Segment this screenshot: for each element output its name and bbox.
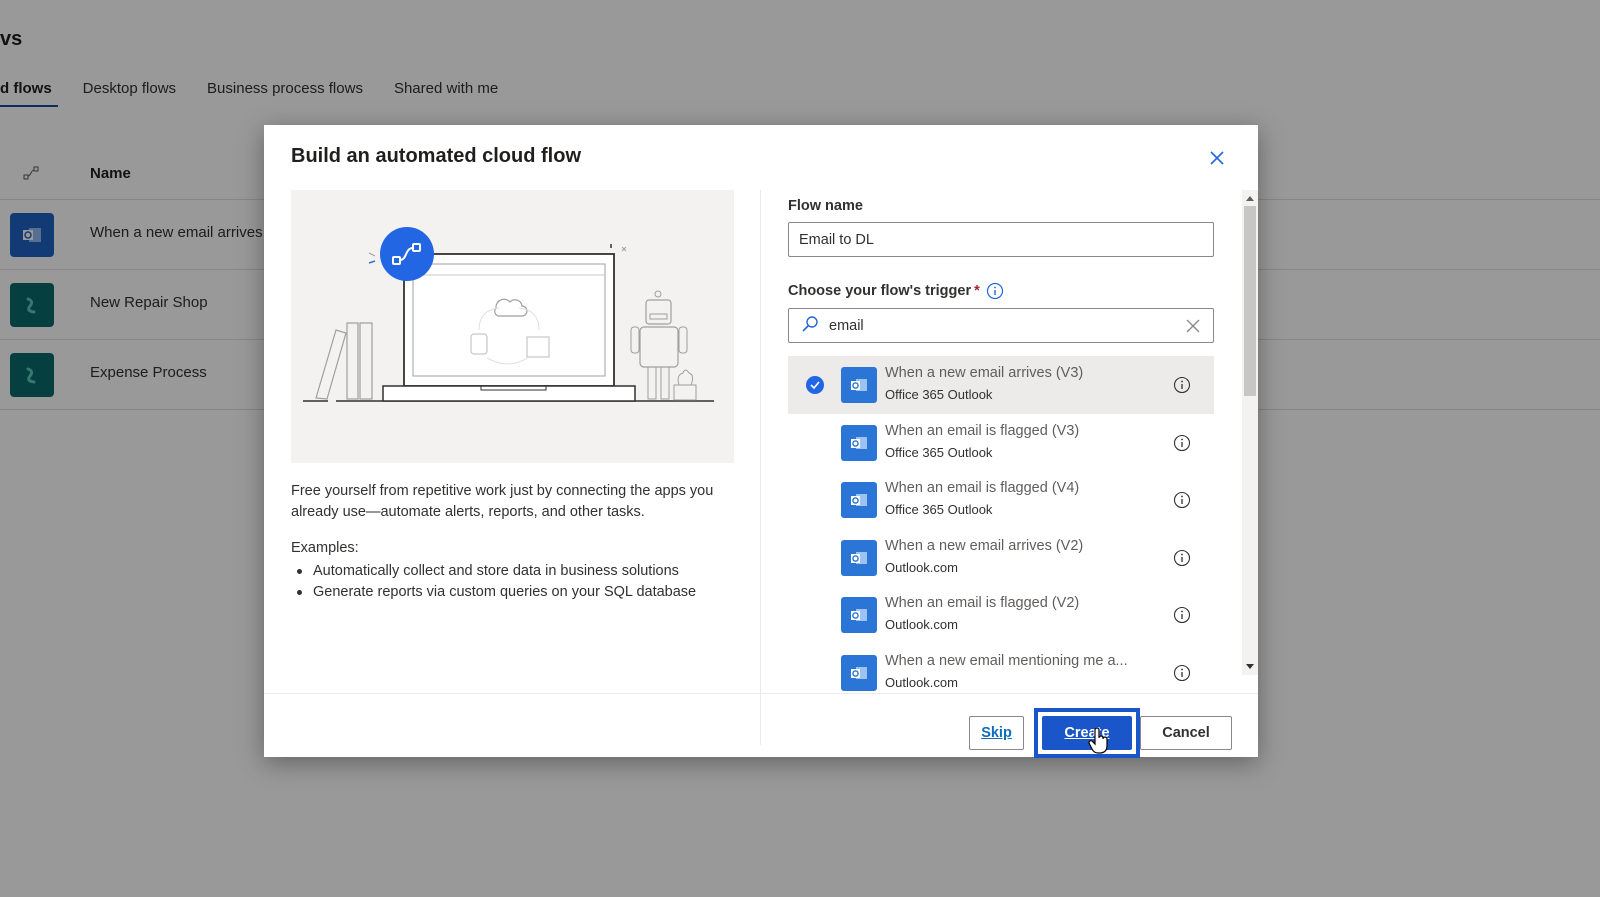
skip-button[interactable]: Skip <box>969 716 1024 750</box>
close-button[interactable] <box>1206 149 1228 171</box>
create-button-focus-ring: Create <box>1034 708 1140 758</box>
trigger-connector: Office 365 Outlook <box>885 502 993 517</box>
trigger-connector: Office 365 Outlook <box>885 387 993 402</box>
flow-name-label: Flow name <box>788 198 863 214</box>
caret-down-icon <box>1246 664 1254 669</box>
info-icon[interactable] <box>1173 664 1191 682</box>
scroll-up-button[interactable] <box>1242 190 1258 206</box>
caret-up-icon <box>1246 196 1254 201</box>
trigger-label: Choose your flow's trigger * <box>788 283 980 299</box>
info-icon[interactable] <box>1173 606 1191 624</box>
flow-name-value: Email to DL <box>799 231 874 248</box>
divider <box>760 190 761 745</box>
trigger-option[interactable]: When an email is flagged (V4) Office 365 … <box>788 471 1214 529</box>
search-value: email <box>829 317 864 334</box>
trigger-option[interactable]: When an email is flagged (V2) Outlook.com <box>788 586 1214 644</box>
flow-illustration <box>291 190 734 463</box>
trigger-list-scrollbar[interactable] <box>1242 190 1258 675</box>
clear-icon <box>1186 319 1200 332</box>
outlook-icon <box>841 367 877 403</box>
trigger-label-row: Choose your flow's trigger * <box>788 282 1004 300</box>
required-mark: * <box>974 283 980 299</box>
trigger-connector: Outlook.com <box>885 617 958 632</box>
info-icon[interactable] <box>1173 376 1191 394</box>
example-item: Automatically collect and store data in … <box>291 561 696 582</box>
flow-badge-icon <box>380 227 434 281</box>
scroll-down-button[interactable] <box>1242 659 1258 675</box>
scroll-thumb[interactable] <box>1244 206 1256 396</box>
trigger-option[interactable]: When a new email arrives (V3) Office 365 … <box>788 356 1214 414</box>
checkmark-icon <box>806 376 824 394</box>
examples-label: Examples: <box>291 540 359 556</box>
example-item: Generate reports via custom queries on y… <box>291 582 696 603</box>
cancel-button[interactable]: Cancel <box>1140 716 1232 750</box>
trigger-connector: Outlook.com <box>885 559 958 575</box>
info-icon[interactable] <box>1173 434 1191 452</box>
flow-form: Flow name Email to DL Choose your flow's… <box>788 190 1214 745</box>
hand-cursor-icon <box>1088 727 1110 754</box>
clear-search-button[interactable] <box>1183 316 1203 336</box>
outlook-icon <box>841 482 877 518</box>
trigger-connector: Office 365 Outlook <box>885 444 993 460</box>
trigger-option[interactable]: When an email is flagged (V3) Office 365 … <box>788 414 1214 472</box>
trigger-option[interactable]: When a new email arrives (V2) Outlook.com <box>788 529 1214 587</box>
trigger-search-input[interactable]: email <box>788 308 1214 343</box>
outlook-icon <box>841 539 877 576</box>
trigger-connector: Outlook.com <box>885 674 958 690</box>
trigger-list: When a new email arrives (V3) Office 365 … <box>788 356 1214 701</box>
examples-list: Automatically collect and store data in … <box>291 561 696 603</box>
outlook-icon <box>841 597 877 633</box>
trigger-title: When a new email arrives (V2) <box>885 537 1084 554</box>
trigger-title: When an email is flagged (V4) <box>885 480 1080 496</box>
robot-illustration <box>630 290 697 401</box>
create-button[interactable]: Create <box>1042 716 1132 750</box>
info-icon[interactable] <box>1173 549 1191 567</box>
info-icon[interactable] <box>986 282 1004 300</box>
outlook-icon <box>841 654 877 691</box>
dialog-description: Free yourself from repetitive work just … <box>291 483 714 520</box>
dialog-title: Build an automated cloud flow <box>291 145 581 167</box>
build-flow-dialog: Build an automated cloud flow Free yours… <box>264 125 1258 758</box>
search-icon <box>801 315 819 337</box>
trigger-title: When a new email arrives (V3) <box>885 365 1084 381</box>
flow-name-input[interactable]: Email to DL <box>788 222 1214 257</box>
trigger-title: When an email is flagged (V2) <box>885 595 1080 611</box>
close-icon <box>1209 150 1225 171</box>
info-icon[interactable] <box>1173 491 1191 509</box>
outlook-icon <box>841 424 877 461</box>
footer-divider <box>264 693 1258 694</box>
trigger-title: When a new email mentioning me a... <box>885 652 1128 669</box>
trigger-title: When an email is flagged (V3) <box>885 422 1080 439</box>
